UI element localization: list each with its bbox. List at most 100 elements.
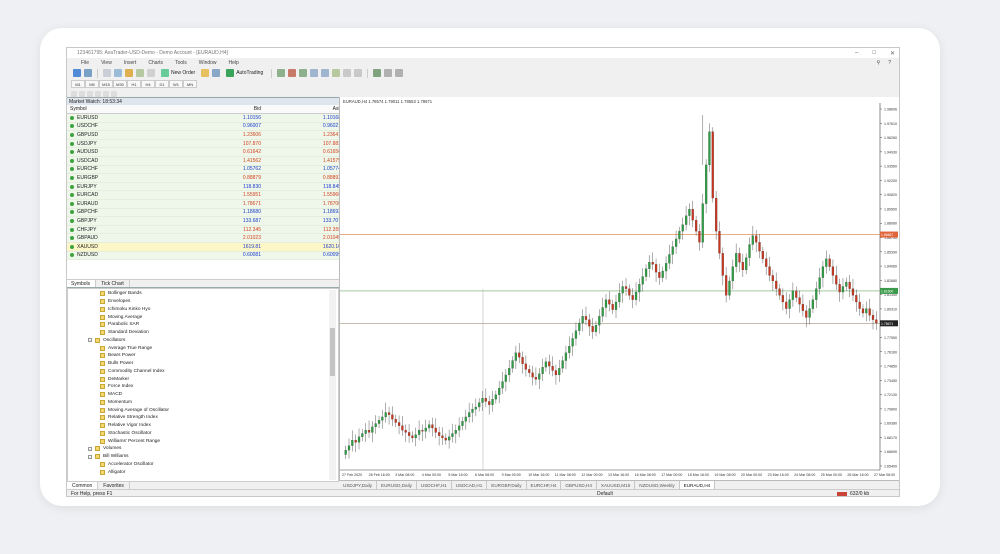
timeframe-mn[interactable]: MN — [183, 80, 197, 88]
timeframe-m30[interactable]: M30 — [113, 80, 127, 88]
market-watch-row[interactable]: CHFJPY 112.345 112.359 — [67, 225, 353, 235]
candle-chart-icon[interactable] — [288, 69, 297, 77]
navigator-item[interactable]: Bollinger Bands — [100, 290, 142, 298]
navigator-item[interactable]: – Bill Williams — [88, 453, 129, 461]
market-watch-icon[interactable] — [103, 69, 111, 77]
timeframe-h1[interactable]: H1 — [127, 80, 141, 88]
market-watch-row[interactable]: AUDUSD 0.61642 0.61656 — [67, 148, 353, 157]
minimize-icon[interactable]: – — [855, 50, 858, 56]
menu-file[interactable]: File — [81, 60, 89, 66]
navigator-item[interactable]: Standard Deviation — [100, 329, 149, 337]
autotrading-button[interactable]: AutoTrading — [223, 69, 266, 78]
text-icon[interactable] — [111, 90, 117, 97]
menu-help[interactable]: Help — [229, 60, 239, 66]
timeframe-m5[interactable]: M5 — [85, 80, 99, 88]
menu-window[interactable]: Window — [199, 60, 217, 66]
terminal-icon[interactable] — [136, 69, 144, 77]
market-watch-row[interactable]: EURAUD 1.78671 1.78700 — [67, 199, 353, 209]
chart-tab[interactable]: USDCHF,H1 — [417, 481, 452, 489]
col-ask[interactable]: Ask — [264, 106, 344, 112]
vertical-line-icon[interactable] — [87, 90, 93, 97]
market-watch-row[interactable]: GBPAUD 2.01023 2.01045 — [67, 234, 353, 243]
tab-tick-chart[interactable]: Tick Chart — [96, 280, 130, 287]
tile-windows-icon[interactable] — [332, 69, 341, 77]
market-watch-row[interactable]: EURCHF 1.05762 1.05774 — [67, 165, 353, 175]
tab-favorites[interactable]: Favorites — [98, 482, 130, 489]
timeframe-m15[interactable]: M15 — [99, 80, 113, 88]
menu-tools[interactable]: Tools — [175, 60, 187, 66]
collapse-icon[interactable]: – — [88, 454, 92, 459]
market-watch-row[interactable]: USDCAD 1.41562 1.41575 — [67, 156, 353, 166]
chart-tab[interactable]: XAUUSD,M15 — [597, 481, 636, 489]
periods-icon[interactable] — [384, 69, 393, 77]
trendline-icon[interactable] — [103, 90, 109, 97]
market-watch-row[interactable]: USDCHF 0.96007 0.96021 — [67, 122, 353, 132]
data-window-icon[interactable] — [114, 69, 122, 77]
timeframe-m1[interactable]: M1 — [71, 80, 85, 88]
navigator-item[interactable]: MACD — [100, 391, 122, 399]
navigator-item[interactable]: Force Index — [100, 383, 133, 391]
chart-tab[interactable]: USDCAD,H1 — [452, 481, 488, 489]
auto-scroll-icon[interactable] — [343, 69, 352, 77]
market-watch-row[interactable]: GBPUSD 1.23606 1.23641 — [67, 131, 353, 140]
zoom-in-icon[interactable] — [310, 69, 319, 77]
navigator-item[interactable]: Parabolic SAR — [100, 321, 139, 329]
profiles-icon[interactable] — [84, 69, 92, 77]
chart-tab[interactable]: USDJPY,Daily — [339, 481, 378, 489]
navigator-item[interactable]: Alligator — [100, 468, 125, 476]
navigator-item[interactable]: Bulls Power — [100, 360, 133, 368]
navigator-item[interactable]: Moving Average — [100, 313, 142, 321]
metaeditor-icon[interactable] — [201, 69, 210, 77]
line-chart-icon[interactable] — [299, 69, 308, 77]
navigator-item[interactable]: Momentum — [100, 399, 132, 407]
navigator-scrollbar[interactable] — [329, 290, 336, 480]
navigator-item[interactable]: Ichimoku Kinko Hyo — [100, 306, 150, 314]
terminal-toggle-icon[interactable] — [212, 69, 221, 77]
help-icon[interactable]: ? — [888, 60, 891, 66]
horizontal-line-icon[interactable] — [95, 90, 101, 97]
navigator-icon[interactable] — [125, 69, 133, 77]
menu-charts[interactable]: Charts — [148, 60, 163, 66]
new-chart-icon[interactable] — [73, 69, 81, 77]
market-watch-row[interactable]: EURCAD 1.55951 1.55966 — [67, 191, 353, 200]
menu-view[interactable]: View — [101, 60, 112, 66]
chart-tab[interactable]: EURAUD,H4 — [679, 481, 716, 489]
tester-icon[interactable] — [147, 69, 155, 77]
close-icon[interactable]: ✕ — [890, 50, 895, 57]
search-icon[interactable]: ⚲ — [877, 60, 881, 66]
market-watch-row[interactable]: NZDUSD 0.60081 0.60099 — [67, 251, 353, 261]
navigator-item[interactable]: Relative Vigor Index — [100, 422, 151, 430]
bar-chart-icon[interactable] — [277, 69, 286, 77]
crosshair-icon[interactable] — [79, 90, 85, 97]
menu-insert[interactable]: Insert — [124, 60, 137, 66]
collapse-icon[interactable]: – — [88, 446, 92, 451]
market-watch-row[interactable]: XAUUSD 1619.81 1620.10 — [67, 242, 353, 252]
col-symbol[interactable]: Symbol — [67, 106, 184, 112]
tab-common[interactable]: Common — [67, 482, 99, 489]
candlestick-chart[interactable]: EURAUD,H4 1.78674 1.79011 1.78553 1.7867… — [340, 97, 900, 480]
chart-tab[interactable]: EURUSD,Daily — [377, 481, 417, 489]
navigator-item[interactable]: Moving Average of Oscillator — [100, 406, 169, 414]
navigator-item[interactable]: Stochastic Oscillator — [100, 430, 151, 438]
market-watch-row[interactable]: USDJPY 107.870 107.883 — [67, 139, 353, 149]
navigator-item[interactable]: Relative Strength Index — [100, 414, 158, 422]
market-watch-row[interactable]: GBPJPY 133.687 133.707 — [67, 217, 353, 226]
chart-tab[interactable]: NZDUSD,Weekly — [635, 481, 680, 489]
market-watch-row[interactable]: EURJPY 118.830 118.845 — [67, 182, 353, 192]
navigator-item[interactable]: – Volumes — [88, 445, 121, 453]
navigator-item[interactable]: Bears Power — [100, 352, 135, 360]
navigator-item[interactable]: DeMarker — [100, 375, 129, 383]
chart-window[interactable]: EURAUD,H4 1.78674 1.79011 1.78553 1.7867… — [339, 97, 900, 480]
navigator-item[interactable]: Accelerator Oscillator — [100, 461, 154, 469]
navigator-item[interactable]: – Oscillators — [88, 337, 125, 345]
navigator-item[interactable]: Williams' Percent Range — [100, 437, 160, 445]
col-bid[interactable]: Bid — [184, 106, 264, 112]
indicators-icon[interactable] — [373, 69, 382, 77]
new-order-button[interactable]: New Order — [158, 69, 198, 78]
tab-symbols[interactable]: Symbols — [67, 280, 97, 287]
timeframe-h4[interactable]: H4 — [141, 80, 155, 88]
market-watch-row[interactable]: EURGBP 0.88879 0.88892 — [67, 174, 353, 183]
market-watch-row[interactable]: GBPCHF 1.18680 1.18693 — [67, 208, 353, 218]
collapse-icon[interactable]: – — [88, 338, 92, 343]
chart-tab[interactable]: EURCHF,H4 — [527, 481, 562, 489]
